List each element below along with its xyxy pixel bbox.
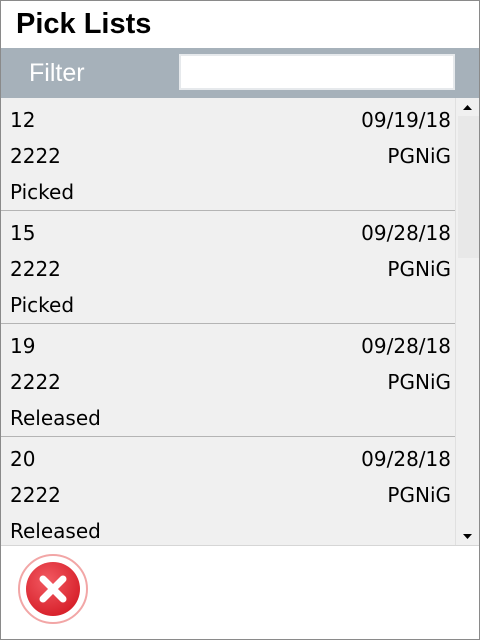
filter-label: Filter bbox=[29, 59, 85, 87]
pick-list-org: PGNiG bbox=[387, 370, 451, 394]
arrow-down-icon bbox=[463, 533, 472, 539]
pick-list-code: 2222 bbox=[10, 144, 61, 168]
pick-list: 12 09/19/18 2222 PGNiG Picked 15 09/28/1… bbox=[1, 98, 479, 545]
pick-list-date: 09/28/18 bbox=[361, 447, 451, 471]
pick-list-status: Picked bbox=[10, 180, 75, 204]
list-item[interactable]: 20 09/28/18 2222 PGNiG Released bbox=[1, 437, 456, 545]
pick-list-code: 2222 bbox=[10, 257, 61, 281]
pick-list-date: 09/28/18 bbox=[361, 221, 451, 245]
filter-input[interactable] bbox=[179, 54, 455, 90]
pick-list-status: Picked bbox=[10, 293, 75, 317]
pick-list-number: 19 bbox=[10, 334, 36, 358]
pick-list-status: Released bbox=[10, 519, 101, 543]
arrow-up-icon bbox=[463, 104, 472, 110]
footer-toolbar bbox=[1, 545, 479, 639]
pick-list-code: 2222 bbox=[10, 483, 61, 507]
pick-list-number: 15 bbox=[10, 221, 36, 245]
close-circle-icon bbox=[26, 562, 80, 616]
pick-list-number: 12 bbox=[10, 108, 36, 132]
pick-list-date: 09/19/18 bbox=[361, 108, 451, 132]
list-item[interactable]: 19 09/28/18 2222 PGNiG Released bbox=[1, 324, 456, 437]
scroll-down-button[interactable] bbox=[456, 527, 479, 545]
list-item[interactable]: 12 09/19/18 2222 PGNiG Picked bbox=[1, 98, 456, 211]
pick-list-org: PGNiG bbox=[387, 257, 451, 281]
pick-list-date: 09/28/18 bbox=[361, 334, 451, 358]
page-title: Pick Lists bbox=[1, 1, 479, 48]
scroll-thumb[interactable] bbox=[458, 116, 479, 258]
pick-list-status: Released bbox=[10, 406, 101, 430]
pick-list-number: 20 bbox=[10, 447, 36, 471]
list-item[interactable]: 15 09/28/18 2222 PGNiG Picked bbox=[1, 211, 456, 324]
pick-list-org: PGNiG bbox=[387, 483, 451, 507]
pick-list-org: PGNiG bbox=[387, 144, 451, 168]
pick-list-code: 2222 bbox=[10, 370, 61, 394]
scroll-up-button[interactable] bbox=[456, 98, 479, 116]
pick-list-rows: 12 09/19/18 2222 PGNiG Picked 15 09/28/1… bbox=[1, 98, 456, 545]
list-scrollbar[interactable] bbox=[455, 98, 479, 545]
filter-bar: Filter bbox=[1, 48, 479, 98]
cancel-button[interactable] bbox=[18, 554, 88, 624]
app-window: Pick Lists Filter 12 09/19/18 2222 PGNiG… bbox=[0, 0, 480, 640]
